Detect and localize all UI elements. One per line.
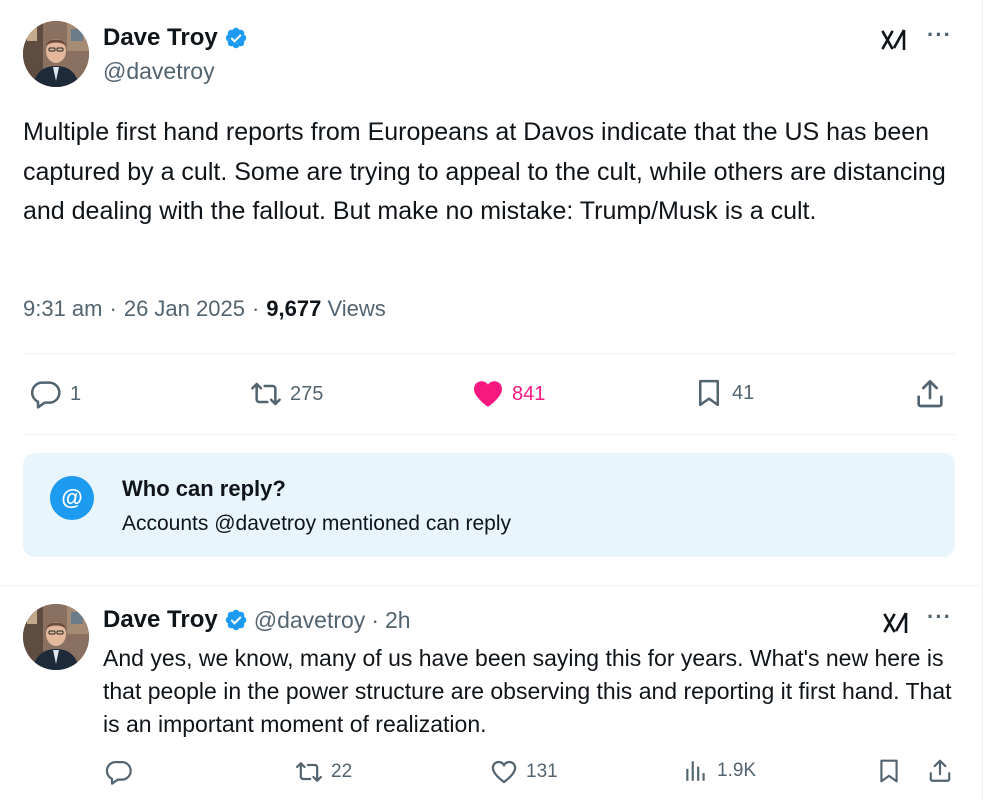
meta-separator: ·: [251, 296, 260, 321]
tweet-text: And yes, we know, many of us have been s…: [103, 645, 952, 737]
views-count: 1.9K: [717, 760, 757, 781]
author-name[interactable]: Dave Troy: [103, 24, 218, 52]
retweet-icon: [295, 758, 323, 786]
reply-count: 1: [70, 382, 82, 405]
reply-button[interactable]: 1: [30, 378, 81, 410]
bookmark-icon: [694, 378, 724, 408]
retweet-count: 275: [290, 382, 324, 405]
avatar[interactable]: [23, 604, 89, 670]
action-bar: 1 275 841 41: [0, 372, 980, 418]
author-name-row: Dave Troy @davetroy · 2h: [103, 606, 411, 634]
tweet-date[interactable]: 26 Jan 2025: [124, 296, 245, 322]
more-icon[interactable]: ···: [927, 22, 952, 48]
grok-icon[interactable]: [882, 610, 910, 636]
like-count: 131: [526, 761, 558, 782]
tweet-time[interactable]: 9:31 am: [23, 296, 103, 322]
retweet-icon: [250, 378, 282, 410]
divider: [23, 434, 955, 435]
tweet-meta: 9:31 am · 26 Jan 2025 · 9,677 Views: [23, 296, 386, 322]
author-handle-row: @davetroy: [103, 58, 215, 85]
reply-tweet[interactable]: Dave Troy @davetroy · 2h ··· And yes, we…: [0, 586, 980, 800]
time-ago[interactable]: 2h: [385, 607, 411, 634]
who-can-reply-subtitle: Accounts @davetroy mentioned can reply: [122, 512, 512, 535]
bookmark-icon: [876, 758, 902, 784]
author-handle[interactable]: @davetroy: [103, 58, 215, 84]
scroll-edge: [982, 0, 994, 800]
more-icon[interactable]: ···: [927, 604, 952, 630]
like-button[interactable]: 841: [472, 378, 545, 410]
avatar-image: [23, 604, 89, 670]
bookmark-button[interactable]: [876, 758, 902, 784]
share-icon: [927, 758, 953, 784]
reply-icon: [30, 378, 62, 410]
action-bar: 22 131 1.9K: [0, 762, 980, 792]
who-can-reply-box: @ Who can reply? Accounts @davetroy ment…: [23, 453, 955, 557]
like-button[interactable]: 131: [490, 758, 558, 786]
reply-button[interactable]: [105, 758, 133, 786]
grok-icon[interactable]: [880, 27, 908, 53]
retweet-button[interactable]: 275: [250, 378, 323, 410]
like-count: 841: [512, 382, 546, 405]
verified-badge-icon: [224, 26, 248, 50]
views-button[interactable]: 1.9K: [683, 758, 756, 784]
verified-badge-icon: [224, 608, 248, 632]
author-name-row: Dave Troy: [103, 24, 248, 52]
share-icon: [914, 378, 946, 410]
avatar[interactable]: [23, 21, 89, 87]
who-can-reply-title: Who can reply?: [122, 476, 286, 501]
views-label: Views: [327, 296, 386, 321]
avatar-image: [23, 21, 89, 87]
reply-icon: [105, 758, 133, 786]
divider: [23, 353, 955, 354]
like-icon: [472, 378, 504, 410]
views-count: 9,677: [266, 296, 322, 321]
author-name[interactable]: Dave Troy: [103, 606, 218, 634]
retweet-count: 22: [331, 761, 353, 782]
main-tweet: Dave Troy @davetroy ··· Multiple first h…: [0, 0, 980, 585]
tweet-text: Multiple first hand reports from Europea…: [23, 118, 946, 225]
views-icon: [683, 758, 709, 784]
meta-separator: ·: [371, 606, 379, 633]
share-button[interactable]: [914, 378, 946, 410]
at-sign-icon: @: [50, 476, 94, 520]
share-button[interactable]: [927, 758, 953, 784]
author-handle[interactable]: @davetroy: [254, 607, 366, 634]
bookmark-button[interactable]: 41: [694, 378, 754, 408]
retweet-button[interactable]: 22: [295, 758, 352, 786]
meta-separator: ·: [109, 296, 117, 321]
like-icon: [490, 758, 518, 786]
bookmark-count: 41: [732, 381, 755, 404]
